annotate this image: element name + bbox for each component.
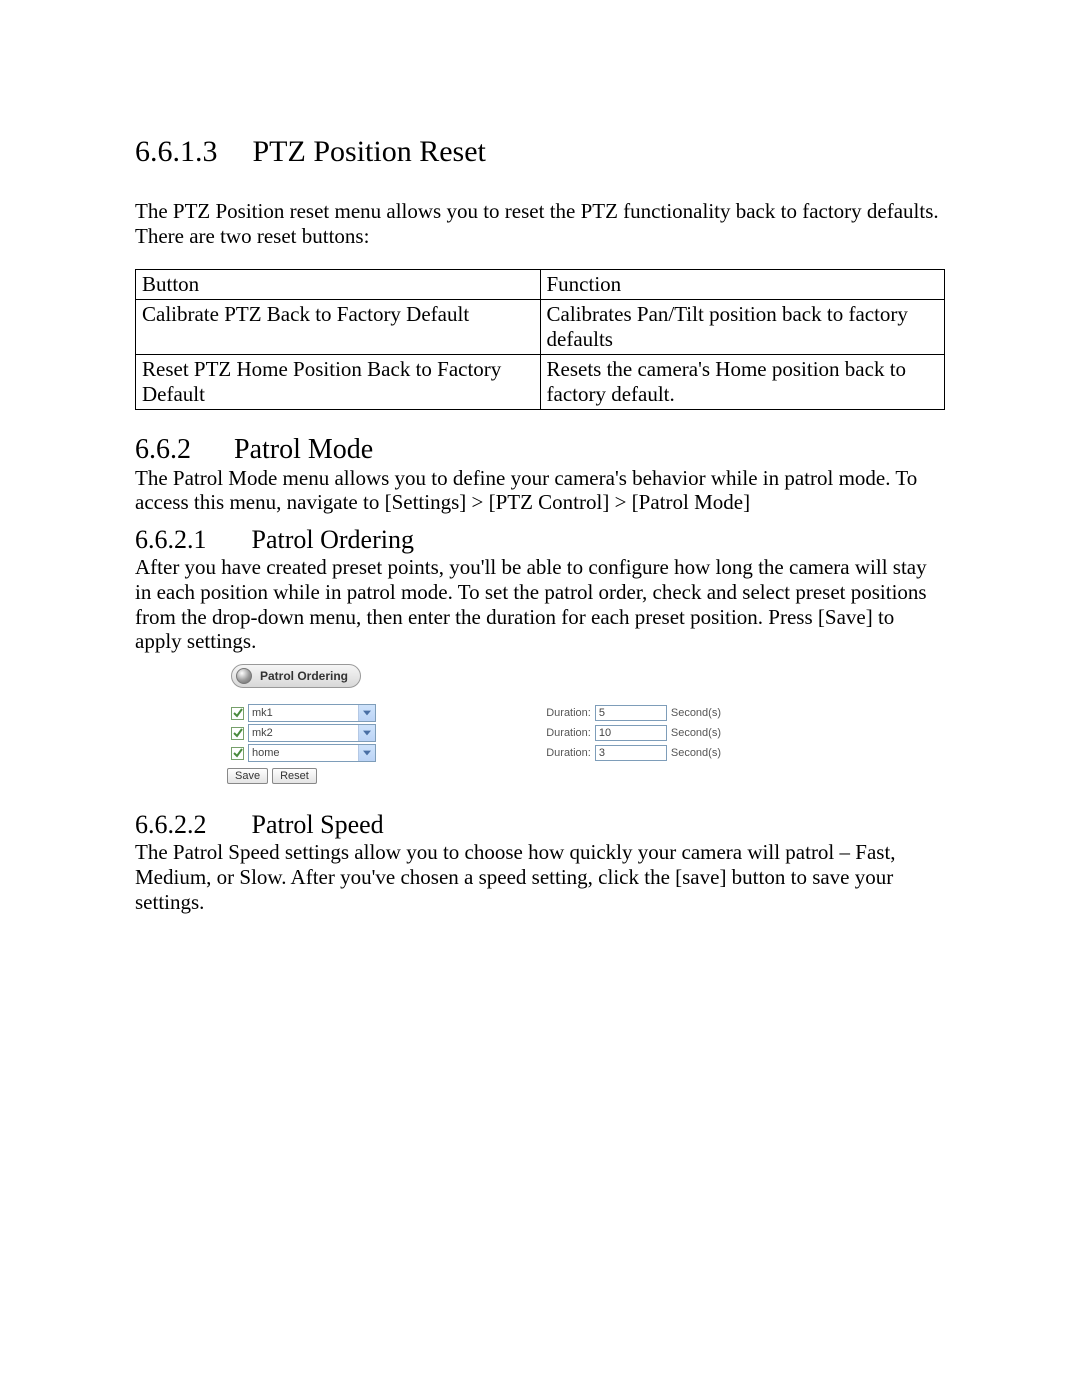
preset-select-value: mk1 xyxy=(249,707,358,719)
panel-header: Patrol Ordering xyxy=(231,664,361,688)
seconds-label: Second(s) xyxy=(671,747,721,759)
preset-enable-checkbox[interactable] xyxy=(231,707,244,720)
heading-text: Patrol Speed xyxy=(252,810,384,839)
paragraph: The Patrol Speed settings allow you to c… xyxy=(135,840,945,914)
duration-input[interactable]: 10 xyxy=(595,725,667,741)
reset-buttons-table: Button Function Calibrate PTZ Back to Fa… xyxy=(135,269,945,410)
duration-label: Duration: xyxy=(546,727,591,739)
heading-text: Patrol Ordering xyxy=(252,525,414,554)
paragraph: The Patrol Mode menu allows you to defin… xyxy=(135,466,945,516)
patrol-row: mk2 Duration: 10 Second(s) xyxy=(231,724,721,742)
preset-select[interactable]: home xyxy=(248,744,376,762)
paragraph: After you have created preset points, yo… xyxy=(135,555,945,654)
chevron-down-icon xyxy=(358,725,375,741)
heading-number: 6.6.1.3 xyxy=(135,135,245,169)
table-cell: Reset PTZ Home Position Back to Factory … xyxy=(136,354,541,409)
duration-input[interactable]: 3 xyxy=(595,745,667,761)
duration-value: 5 xyxy=(599,707,605,719)
heading-patrol-ordering: 6.6.2.1 Patrol Ordering xyxy=(135,525,945,555)
table-cell: Resets the camera's Home position back t… xyxy=(540,354,945,409)
heading-patrol-speed: 6.6.2.2 Patrol Speed xyxy=(135,810,945,840)
preset-enable-checkbox[interactable] xyxy=(231,727,244,740)
table-row: Calibrate PTZ Back to Factory Default Ca… xyxy=(136,299,945,354)
heading-number: 6.6.2 xyxy=(135,434,227,466)
heading-patrol-mode: 6.6.2 Patrol Mode xyxy=(135,434,945,466)
patrol-row: home Duration: 3 Second(s) xyxy=(231,744,721,762)
duration-input[interactable]: 5 xyxy=(595,705,667,721)
preset-select-value: mk2 xyxy=(249,727,358,739)
save-button[interactable]: Save xyxy=(227,768,268,784)
heading-number: 6.6.2.1 xyxy=(135,525,245,555)
preset-select[interactable]: mk2 xyxy=(248,724,376,742)
paragraph: The PTZ Position reset menu allows you t… xyxy=(135,199,945,249)
duration-value: 10 xyxy=(599,727,611,739)
panel-title: Patrol Ordering xyxy=(260,669,348,683)
duration-label: Duration: xyxy=(546,707,591,719)
table-header-cell: Function xyxy=(540,269,945,299)
preset-enable-checkbox[interactable] xyxy=(231,747,244,760)
patrol-row: mk1 Duration: 5 Second(s) xyxy=(231,704,721,722)
table-cell: Calibrates Pan/Tilt position back to fac… xyxy=(540,299,945,354)
table-row: Reset PTZ Home Position Back to Factory … xyxy=(136,354,945,409)
duration-value: 3 xyxy=(599,747,605,759)
sphere-icon xyxy=(236,668,252,684)
duration-label: Duration: xyxy=(546,747,591,759)
heading-text: PTZ Position Reset xyxy=(253,135,486,168)
document-page: 6.6.1.3 PTZ Position Reset The PTZ Posit… xyxy=(0,0,1080,1397)
seconds-label: Second(s) xyxy=(671,727,721,739)
chevron-down-icon xyxy=(358,705,375,721)
reset-button[interactable]: Reset xyxy=(272,768,317,784)
heading-text: Patrol Mode xyxy=(234,434,373,465)
seconds-label: Second(s) xyxy=(671,707,721,719)
table-header-cell: Button xyxy=(136,269,541,299)
preset-select[interactable]: mk1 xyxy=(248,704,376,722)
heading-number: 6.6.2.2 xyxy=(135,810,245,840)
patrol-ordering-panel: Patrol Ordering mk1 Du xyxy=(231,664,721,784)
chevron-down-icon xyxy=(358,745,375,761)
heading-ptz-position-reset: 6.6.1.3 PTZ Position Reset xyxy=(135,135,945,169)
preset-select-value: home xyxy=(249,747,358,759)
table-cell: Calibrate PTZ Back to Factory Default xyxy=(136,299,541,354)
table-row: Button Function xyxy=(136,269,945,299)
